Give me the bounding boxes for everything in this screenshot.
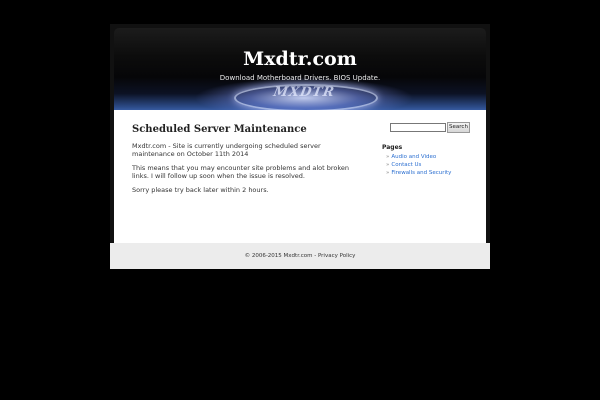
footer-copyright: © 2006-2015 Mxdtr.com -	[244, 253, 318, 259]
site-header: MXDTR Mxdtr.com Download Motherboard Dri…	[114, 28, 486, 110]
search-button[interactable]: Search	[447, 122, 470, 133]
pages-list-item: » Contact Us	[386, 161, 451, 169]
site-title[interactable]: Mxdtr.com	[114, 48, 486, 70]
post-paragraph: Mxdtr.com - Site is currently undergoing…	[132, 142, 321, 158]
content-area: Scheduled Server Maintenance Mxdtr.com -…	[114, 110, 486, 243]
pages-heading: Pages	[382, 144, 403, 151]
bullet-icon: »	[386, 154, 390, 160]
pages-list-item: » Firewalls and Security	[386, 169, 451, 177]
page-link-audio-video[interactable]: Audio and Video	[391, 154, 436, 160]
pages-list-item: » Audio and Video	[386, 153, 451, 161]
bullet-icon: »	[386, 170, 390, 176]
page-link-contact-us[interactable]: Contact Us	[391, 162, 421, 168]
post-title[interactable]: Scheduled Server Maintenance	[132, 124, 307, 136]
bullet-icon: »	[386, 162, 390, 168]
site-footer: © 2006-2015 Mxdtr.com - Privacy Policy	[110, 243, 490, 269]
privacy-policy-link[interactable]: Privacy Policy	[318, 253, 355, 259]
header-logo: MXDTR	[272, 85, 337, 100]
page-link-firewalls-security[interactable]: Firewalls and Security	[391, 170, 451, 176]
site-description: Download Motherboard Drivers. BIOS Updat…	[219, 74, 381, 82]
post-paragraph: This means that you may encounter site p…	[132, 164, 350, 180]
page-wrapper: MXDTR Mxdtr.com Download Motherboard Dri…	[110, 24, 490, 269]
post-paragraph: Sorry please try back later within 2 hou…	[132, 186, 269, 194]
pages-list: » Audio and Video » Contact Us » Firewalls …	[386, 153, 451, 177]
search-input[interactable]	[390, 123, 446, 132]
